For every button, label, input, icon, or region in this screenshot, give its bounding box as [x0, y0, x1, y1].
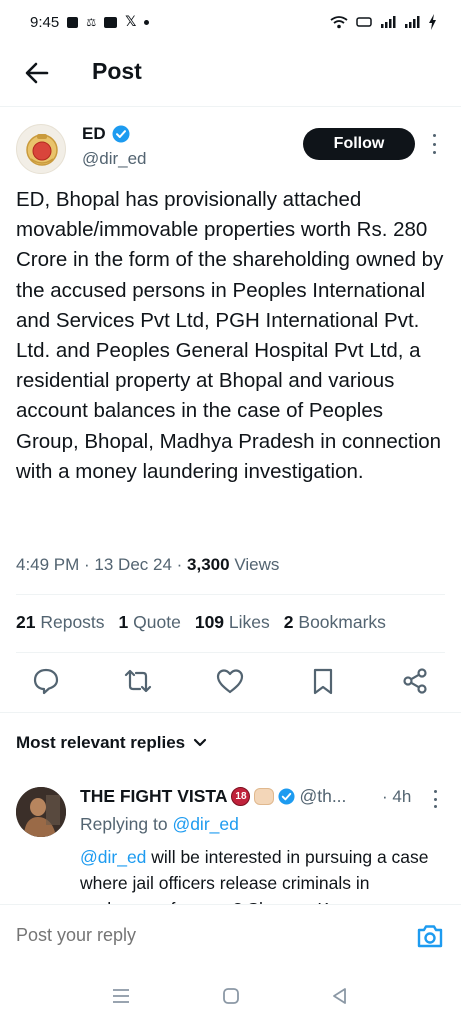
bookmark-icon[interactable]: [308, 666, 338, 696]
wifi-icon: [330, 15, 348, 28]
post-stats: 21 Reposts 1 Quote 109 Likes 2 Bookmarks: [16, 612, 386, 633]
back-nav-icon[interactable]: [329, 986, 351, 1006]
likes-stat[interactable]: 109 Likes: [195, 612, 270, 633]
post-time[interactable]: 4:49 PM: [16, 555, 79, 574]
reply-more-options-icon[interactable]: [432, 790, 438, 808]
views-count: 3,300: [187, 555, 230, 574]
news-icon: [104, 16, 118, 28]
views-label: Views: [234, 555, 280, 574]
age-18-badge-icon: 18: [231, 787, 251, 806]
reply-input[interactable]: [16, 925, 396, 946]
notification-icon: ⚖: [86, 15, 97, 29]
fist-emoji-icon: [254, 788, 275, 805]
more-options-icon[interactable]: [430, 134, 438, 154]
verified-badge-icon: [112, 125, 130, 143]
status-bar: 9:45 ⚖ 𝕏: [0, 0, 461, 44]
signal-1-icon: [381, 16, 396, 28]
replying-to-line: Replying to @dir_ed: [80, 814, 239, 835]
x-app-icon: 𝕏: [125, 14, 137, 30]
more-notifications-icon: [144, 19, 150, 25]
reply-text: @dir_ed will be interested in pursuing a…: [80, 844, 450, 904]
reply-author-handle[interactable]: @th...: [299, 786, 346, 807]
ed-emblem-icon: [26, 134, 58, 166]
author-avatar[interactable]: [16, 124, 66, 174]
meta-divider: [16, 594, 445, 595]
home-icon[interactable]: [220, 986, 242, 1006]
quotes-label: Quote: [133, 612, 181, 632]
fighter-avatar-icon: [16, 787, 66, 837]
quotes-stat[interactable]: 1 Quote: [119, 612, 181, 633]
top-bar: Post: [0, 52, 461, 96]
likes-count: 109: [194, 612, 225, 632]
volte-icon: [356, 17, 372, 27]
reply-composer: [0, 904, 461, 968]
reply-time[interactable]: · 4h: [382, 787, 411, 807]
quotes-count: 1: [118, 612, 129, 632]
author-handle[interactable]: @dir_ed: [82, 149, 147, 169]
reply-icon[interactable]: [31, 666, 61, 696]
verified-badge-icon: [278, 788, 295, 805]
likes-label: Likes: [228, 612, 270, 632]
reply-name-row[interactable]: THE FIGHT VISTA 18 @th...: [80, 786, 346, 807]
reply-avatar[interactable]: [16, 787, 66, 837]
bookmarks-stat[interactable]: 2 Bookmarks: [284, 612, 386, 633]
bookmarks-count: 2: [283, 612, 294, 632]
battery-charging-icon: [429, 14, 436, 30]
action-bar: [0, 666, 461, 700]
reposts-stat[interactable]: 21 Reposts: [16, 612, 105, 633]
page-title: Post: [92, 58, 142, 84]
replying-prefix: Replying to: [80, 814, 168, 834]
author-name[interactable]: ED: [82, 124, 106, 144]
recent-apps-icon[interactable]: [110, 986, 132, 1006]
camera-icon[interactable]: [416, 923, 444, 949]
share-icon[interactable]: [400, 666, 430, 696]
reposts-label: Reposts: [40, 612, 105, 632]
post-date[interactable]: 13 Dec 24: [94, 555, 172, 574]
replies-sort-dropdown[interactable]: Most relevant replies: [16, 733, 207, 753]
facebook-icon: [67, 16, 79, 28]
signal-2-icon: [405, 16, 420, 28]
like-heart-icon[interactable]: [215, 666, 245, 696]
repost-icon[interactable]: [123, 666, 153, 696]
reply-mention[interactable]: @dir_ed: [80, 847, 146, 867]
bookmarks-label: Bookmarks: [298, 612, 386, 632]
stats-divider: [16, 652, 445, 653]
chevron-down-icon: [194, 738, 207, 747]
post-meta: 4:49 PM · 13 Dec 24 · 3,300 Views: [16, 555, 280, 574]
status-time: 9:45: [30, 13, 60, 31]
actions-divider: [0, 712, 461, 713]
back-arrow-icon[interactable]: [22, 58, 52, 88]
reposts-count: 21: [16, 612, 36, 632]
reply-author-name[interactable]: THE FIGHT VISTA: [80, 786, 227, 807]
replies-heading: Most relevant replies: [16, 733, 186, 752]
follow-button[interactable]: Follow: [303, 128, 415, 160]
author-name-row[interactable]: ED: [82, 124, 130, 144]
header-divider: [0, 106, 461, 107]
replying-to-link[interactable]: @dir_ed: [172, 814, 238, 834]
system-nav-bar: [0, 968, 461, 1024]
post-text: ED, Bhopal has provisionally attached mo…: [16, 188, 444, 483]
